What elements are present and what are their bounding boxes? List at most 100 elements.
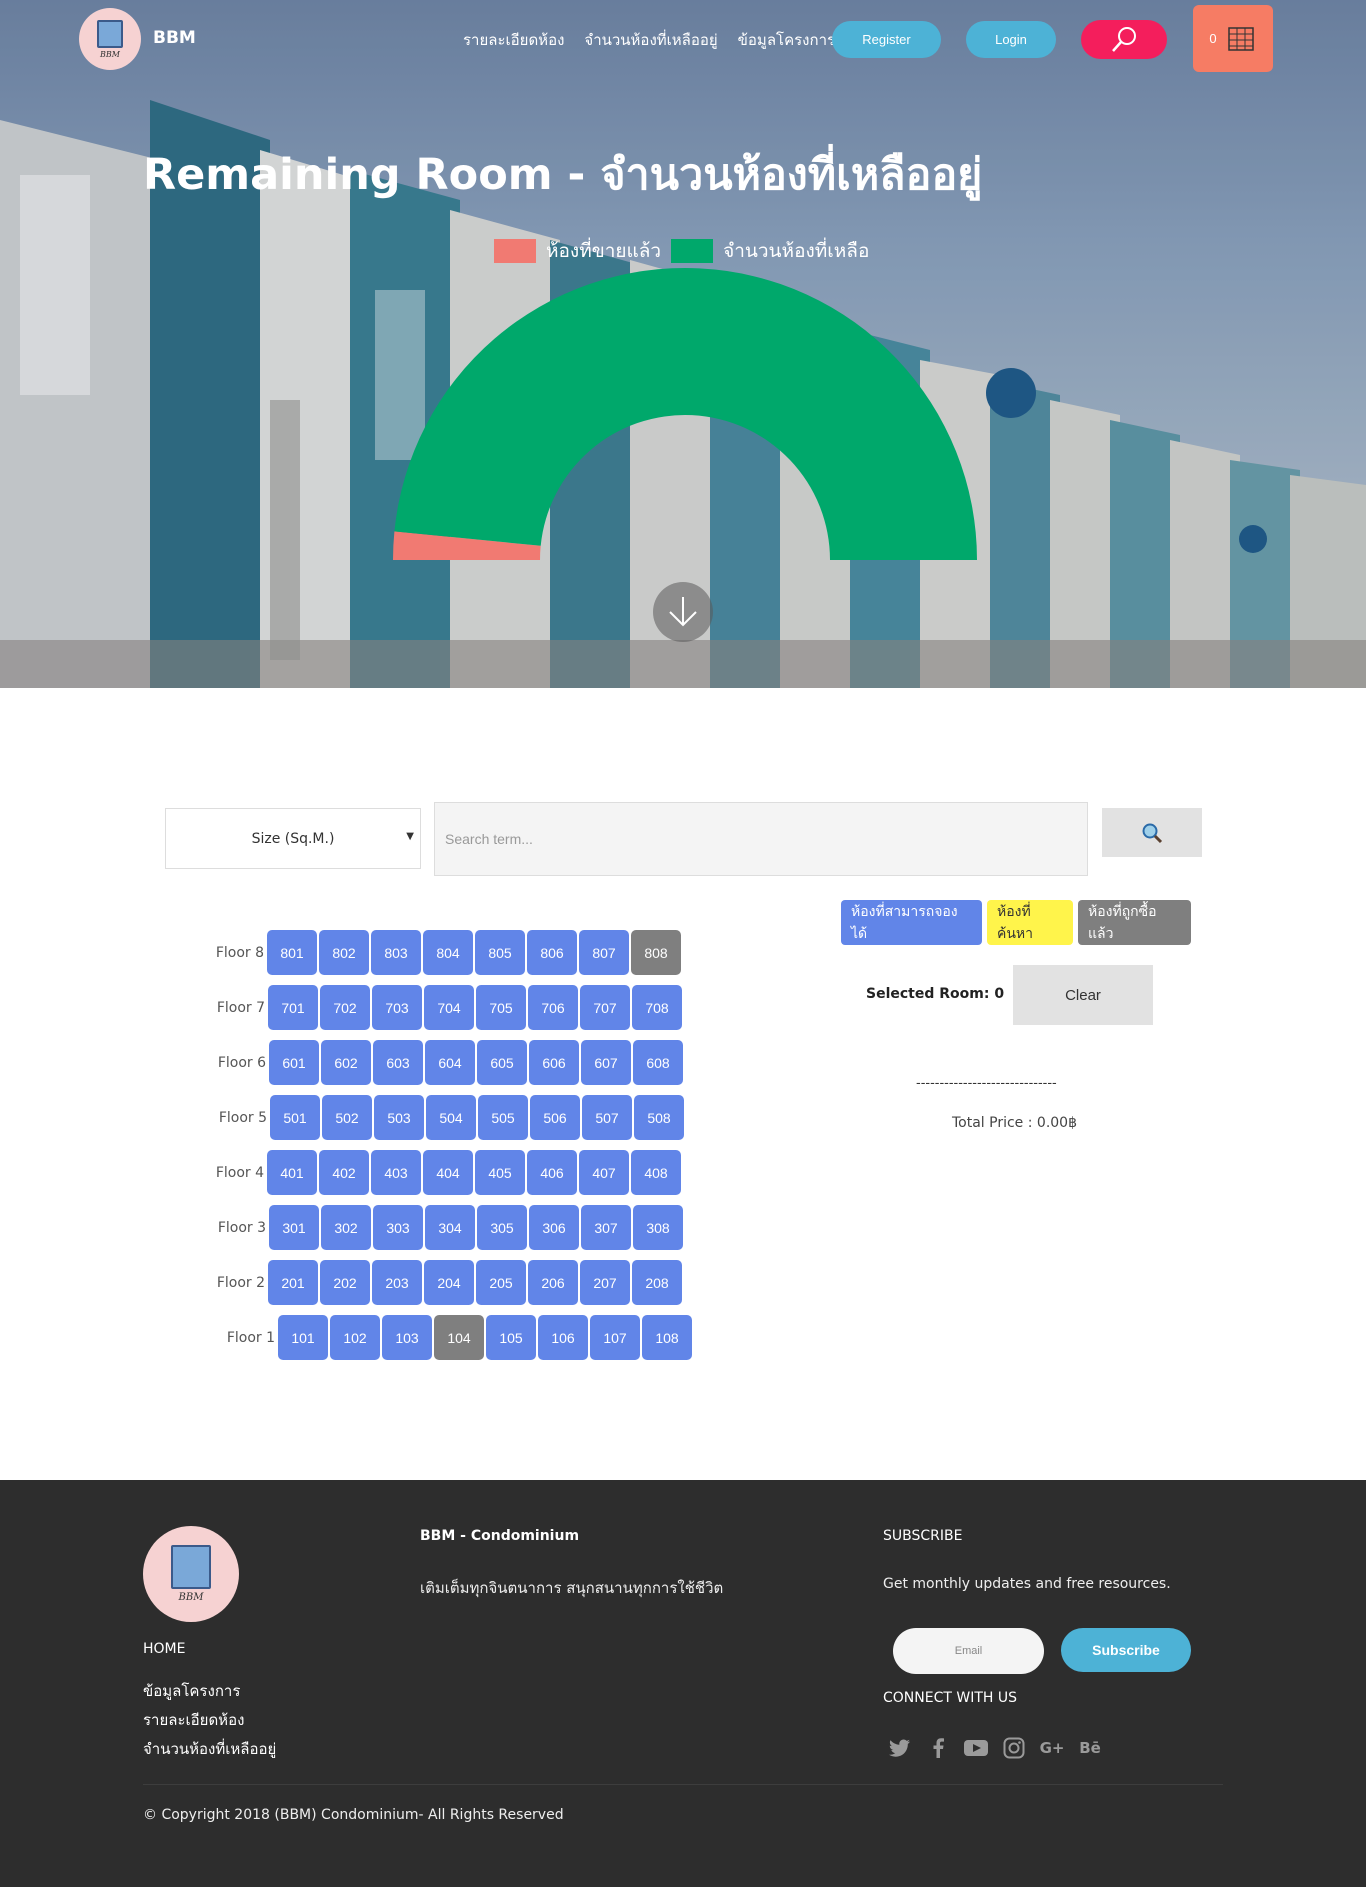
room-button-303[interactable]: 303: [373, 1205, 423, 1250]
room-button-106[interactable]: 106: [538, 1315, 588, 1360]
room-button-704[interactable]: 704: [424, 985, 474, 1030]
legend-swatch-sold: [494, 239, 536, 263]
subscribe-heading: SUBSCRIBE: [883, 1528, 963, 1544]
youtube-icon[interactable]: [964, 1736, 988, 1760]
search-submit-button[interactable]: [1102, 808, 1202, 857]
cart-button[interactable]: 0: [1193, 5, 1273, 72]
room-button-603[interactable]: 603: [373, 1040, 423, 1085]
room-button-706[interactable]: 706: [528, 985, 578, 1030]
room-button-104[interactable]: 104: [434, 1315, 484, 1360]
login-button[interactable]: Login: [966, 21, 1056, 58]
instagram-icon[interactable]: [1002, 1736, 1026, 1760]
room-button-701[interactable]: 701: [268, 985, 318, 1030]
room-button-108[interactable]: 108: [642, 1315, 692, 1360]
room-button-105[interactable]: 105: [486, 1315, 536, 1360]
search-button[interactable]: [1081, 20, 1167, 59]
room-button-708[interactable]: 708: [632, 985, 682, 1030]
room-button-201[interactable]: 201: [268, 1260, 318, 1305]
facebook-icon[interactable]: [926, 1736, 950, 1760]
selected-room-count: Selected Room: 0: [866, 986, 1005, 1002]
room-button-608[interactable]: 608: [633, 1040, 683, 1085]
room-button-101[interactable]: 101: [278, 1315, 328, 1360]
room-button-301[interactable]: 301: [269, 1205, 319, 1250]
nav-link-project-info[interactable]: ข้อมูลโครงการ: [738, 28, 835, 52]
room-button-302[interactable]: 302: [321, 1205, 371, 1250]
room-button-705[interactable]: 705: [476, 985, 526, 1030]
room-button-702[interactable]: 702: [320, 985, 370, 1030]
subscribe-button[interactable]: Subscribe: [1061, 1628, 1191, 1672]
footer-logo[interactable]: BBM: [143, 1526, 239, 1622]
status-sold-button[interactable]: ห้องที่ถูกซื้อแล้ว: [1078, 900, 1191, 945]
room-button-207[interactable]: 207: [580, 1260, 630, 1305]
room-button-102[interactable]: 102: [330, 1315, 380, 1360]
behance-icon[interactable]: Bē: [1078, 1736, 1102, 1760]
register-button[interactable]: Register: [832, 21, 941, 58]
room-button-103[interactable]: 103: [382, 1315, 432, 1360]
room-button-405[interactable]: 405: [475, 1150, 525, 1195]
room-button-407[interactable]: 407: [579, 1150, 629, 1195]
room-button-805[interactable]: 805: [475, 930, 525, 975]
room-button-606[interactable]: 606: [529, 1040, 579, 1085]
room-button-107[interactable]: 107: [590, 1315, 640, 1360]
room-button-808[interactable]: 808: [631, 930, 681, 975]
room-button-505[interactable]: 505: [478, 1095, 528, 1140]
email-field[interactable]: [893, 1628, 1044, 1674]
room-button-508[interactable]: 508: [634, 1095, 684, 1140]
room-button-503[interactable]: 503: [374, 1095, 424, 1140]
room-button-404[interactable]: 404: [423, 1150, 473, 1195]
room-button-703[interactable]: 703: [372, 985, 422, 1030]
nav-link-remaining-rooms[interactable]: จำนวนห้องที่เหลืออยู่: [584, 28, 717, 52]
room-button-204[interactable]: 204: [424, 1260, 474, 1305]
footer-link-remaining-rooms[interactable]: จำนวนห้องที่เหลืออยู่: [143, 1737, 276, 1761]
room-button-203[interactable]: 203: [372, 1260, 422, 1305]
building-icon: [171, 1545, 211, 1589]
status-available-button[interactable]: ห้องที่สามารถจองได้: [841, 900, 982, 945]
brand-logo[interactable]: BBM: [79, 8, 141, 70]
room-button-408[interactable]: 408: [631, 1150, 681, 1195]
room-button-507[interactable]: 507: [582, 1095, 632, 1140]
room-button-807[interactable]: 807: [579, 930, 629, 975]
footer-link-room-details[interactable]: รายละเอียดห้อง: [143, 1708, 276, 1732]
room-button-601[interactable]: 601: [269, 1040, 319, 1085]
room-button-806[interactable]: 806: [527, 930, 577, 975]
footer-link-project-info[interactable]: ข้อมูลโครงการ: [143, 1679, 276, 1703]
brand-name[interactable]: BBM: [153, 28, 196, 48]
room-button-801[interactable]: 801: [267, 930, 317, 975]
floor-row: Floor 4 401 402 403 404 405 406 407 408: [200, 1150, 683, 1195]
room-button-401[interactable]: 401: [267, 1150, 317, 1195]
room-button-208[interactable]: 208: [632, 1260, 682, 1305]
room-button-308[interactable]: 308: [633, 1205, 683, 1250]
room-button-304[interactable]: 304: [425, 1205, 475, 1250]
clear-button[interactable]: Clear: [1013, 965, 1153, 1025]
room-button-202[interactable]: 202: [320, 1260, 370, 1305]
room-button-707[interactable]: 707: [580, 985, 630, 1030]
size-select[interactable]: Size (Sq.M.) ▼: [165, 808, 421, 869]
room-button-205[interactable]: 205: [476, 1260, 526, 1305]
google-plus-icon[interactable]: G+: [1040, 1736, 1065, 1760]
room-button-604[interactable]: 604: [425, 1040, 475, 1085]
room-button-804[interactable]: 804: [423, 930, 473, 975]
room-button-607[interactable]: 607: [581, 1040, 631, 1085]
room-button-206[interactable]: 206: [528, 1260, 578, 1305]
room-button-803[interactable]: 803: [371, 930, 421, 975]
status-found-button[interactable]: ห้องที่ค้นหา: [987, 900, 1073, 945]
room-button-504[interactable]: 504: [426, 1095, 476, 1140]
search-term-input[interactable]: [434, 802, 1088, 876]
twitter-icon[interactable]: [888, 1736, 912, 1760]
footer-home-link[interactable]: HOME: [143, 1641, 185, 1657]
room-button-305[interactable]: 305: [477, 1205, 527, 1250]
room-button-307[interactable]: 307: [581, 1205, 631, 1250]
nav-link-room-details[interactable]: รายละเอียดห้อง: [463, 28, 564, 52]
floor-row: Floor 8 801 802 803 804 805 806 807 808: [200, 930, 683, 975]
room-button-506[interactable]: 506: [530, 1095, 580, 1140]
room-button-406[interactable]: 406: [527, 1150, 577, 1195]
room-button-602[interactable]: 602: [321, 1040, 371, 1085]
room-button-605[interactable]: 605: [477, 1040, 527, 1085]
room-button-306[interactable]: 306: [529, 1205, 579, 1250]
room-button-403[interactable]: 403: [371, 1150, 421, 1195]
scroll-down-button[interactable]: [653, 582, 713, 642]
room-button-402[interactable]: 402: [319, 1150, 369, 1195]
room-button-502[interactable]: 502: [322, 1095, 372, 1140]
room-button-501[interactable]: 501: [270, 1095, 320, 1140]
room-button-802[interactable]: 802: [319, 930, 369, 975]
